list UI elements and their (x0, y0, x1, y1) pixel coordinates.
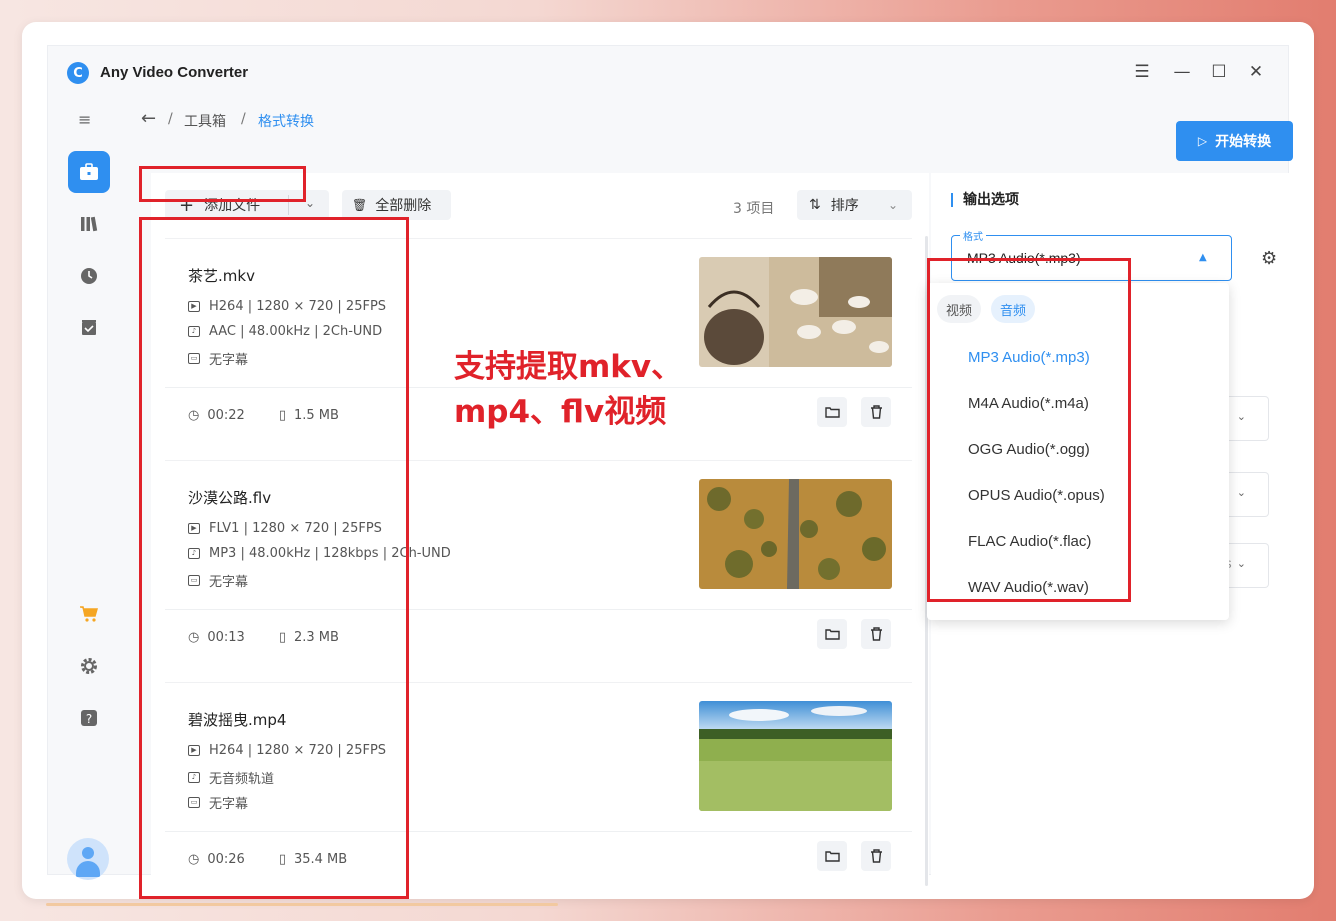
app-logo-icon: C (67, 62, 89, 84)
play-icon: ▷ (1197, 134, 1208, 148)
format-label: 格式 (960, 228, 986, 243)
item-count: 3 项目 (733, 201, 775, 217)
trash-icon: 🗑 (352, 198, 368, 212)
minimize-icon[interactable]: — (1171, 62, 1193, 82)
menu-icon[interactable]: ☰ (1131, 62, 1153, 82)
sort-label: 排序 (830, 198, 859, 214)
help-icon[interactable]: ? (68, 697, 110, 739)
open-folder-button[interactable] (817, 841, 847, 871)
title-bar: C Any Video Converter ☰ — ☐ ✕ (48, 46, 1288, 98)
chevron-down-icon: ⌄ (1236, 557, 1246, 570)
highlight-file-list (139, 217, 409, 899)
delete-file-button[interactable] (861, 841, 891, 871)
svg-text:?: ? (86, 712, 92, 726)
settings-icon[interactable] (68, 645, 110, 687)
library-icon[interactable] (68, 203, 110, 245)
app-title: Any Video Converter (100, 64, 249, 81)
breadcrumb-toolbox[interactable]: 工具箱 (184, 111, 226, 131)
breadcrumb-separator: / (168, 111, 173, 127)
avatar[interactable] (67, 838, 109, 880)
delete-file-button[interactable] (861, 619, 891, 649)
thumbnail-desert-road (699, 479, 892, 589)
chevron-down-icon[interactable]: ⌄ (305, 196, 315, 210)
annotation-text: 支持提取mkv、 mp4、flv视频 (454, 345, 682, 435)
breadcrumb-current: 格式转换 (258, 114, 314, 130)
delete-all-button[interactable]: 🗑 全部删除 (342, 190, 451, 220)
output-options-title: 输出选项 (951, 193, 1019, 207)
highlight-audio-formats (927, 258, 1131, 602)
thumbnail-grassland (699, 701, 892, 811)
caret-up-icon: ▲ (1199, 252, 1207, 263)
delete-all-label: 全部删除 (375, 198, 432, 214)
tasks-icon[interactable] (68, 307, 110, 349)
chevron-down-icon: ⌄ (1236, 486, 1246, 499)
sort-button[interactable]: ⇅ 排序 ⌄ (797, 190, 912, 220)
sidebar: ? (48, 151, 126, 880)
delete-file-button[interactable] (861, 397, 891, 427)
cart-icon[interactable] (68, 593, 110, 635)
breadcrumb-separator: / (241, 111, 246, 127)
toolbox-icon[interactable] (68, 151, 110, 193)
screenshot-frame: C Any Video Converter ☰ — ☐ ✕ ≡ ← / 工具箱 … (22, 22, 1314, 899)
format-settings-icon[interactable]: ⚙ (1261, 248, 1277, 269)
highlight-add-file (139, 166, 306, 202)
chevron-down-icon: ⌄ (1236, 410, 1246, 423)
collapse-sidebar-icon[interactable]: ≡ (78, 110, 91, 129)
start-convert-button[interactable]: ▷ 开始转换 (1176, 121, 1293, 161)
chevron-down-icon: ⌄ (887, 198, 898, 212)
annotation-line: mp4、flv视频 (454, 394, 667, 430)
open-folder-button[interactable] (817, 619, 847, 649)
maximize-icon[interactable]: ☐ (1208, 62, 1230, 82)
thumbnail-tea (699, 257, 892, 367)
decorative-line (46, 903, 558, 906)
start-convert-label: 开始转换 (1215, 134, 1272, 150)
annotation-line: 支持提取mkv、 (454, 349, 683, 385)
history-icon[interactable] (68, 255, 110, 297)
sort-icon: ⇅ (809, 197, 821, 213)
back-arrow-icon[interactable]: ← (141, 108, 156, 129)
close-icon[interactable]: ✕ (1245, 62, 1267, 82)
open-folder-button[interactable] (817, 397, 847, 427)
